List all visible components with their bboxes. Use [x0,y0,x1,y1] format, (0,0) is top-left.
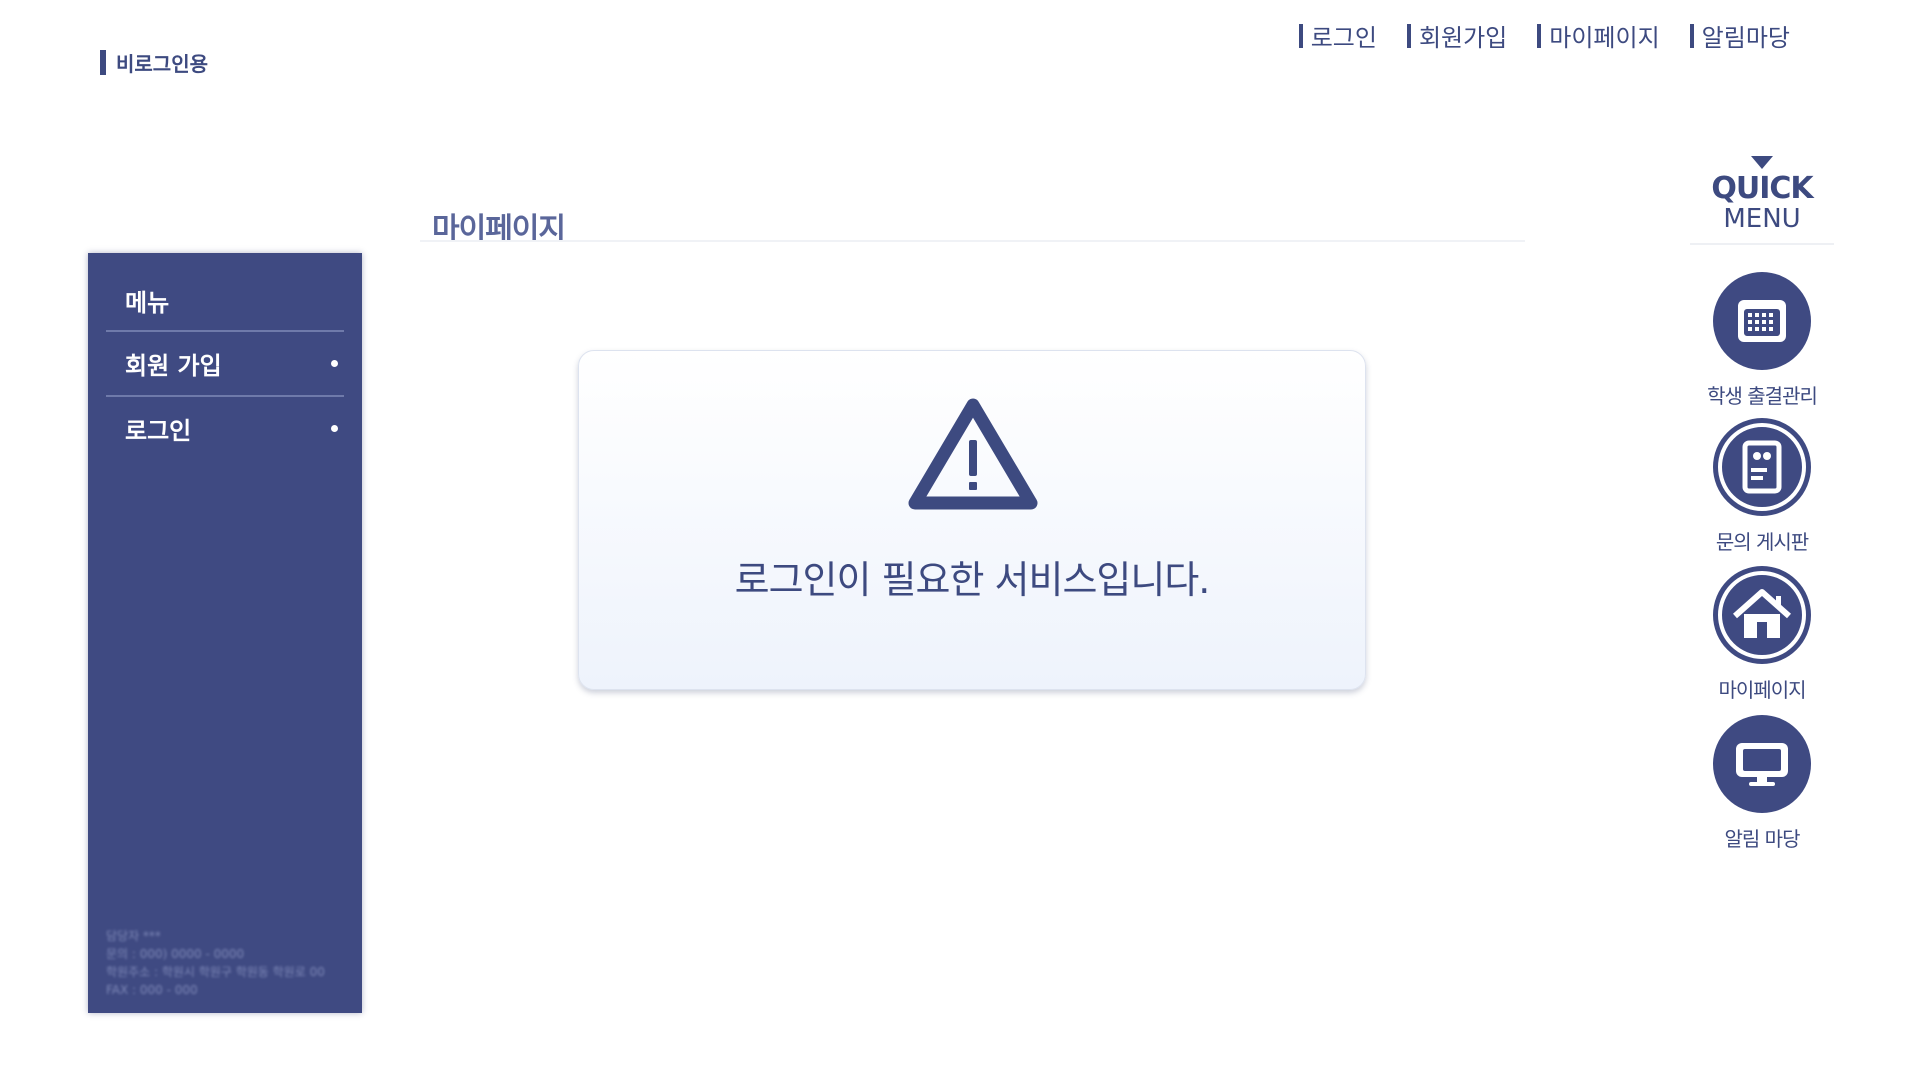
sidebar-item-signup[interactable]: 회원 가입 [88,332,362,395]
nav-separator [1298,23,1303,48]
caret-down-icon [1751,156,1773,169]
footer-manager: 담당자 *** [106,929,161,943]
nav-notice-label: 알림마당 [1701,24,1790,52]
monitor-icon [1713,715,1811,813]
nav-separator [1537,23,1542,48]
brand-label: 비로그인용 [100,48,208,77]
login-required-alert: 로그인이 필요한 서비스입니다. [578,350,1366,690]
home-icon [1713,566,1811,664]
warning-icon [907,395,1039,519]
quick-item-mypage[interactable]: 마이페이지 [1682,566,1842,703]
calendar-icon [1713,272,1811,370]
sidebar-title: 메뉴 [125,289,170,317]
nav-login-link[interactable]: 로그인 [1298,18,1377,53]
top-nav: 로그인 회원가입 마이페이지 알림마당 [1269,18,1790,53]
brand-bar [100,50,106,75]
footer-address: 학원주소 : 학원시 학원구 학원동 학원로 00 [106,965,325,979]
bullet-icon [331,425,338,432]
quick-item-notice[interactable]: 알림 마당 [1682,715,1842,852]
brand-text: 비로그인용 [116,52,208,76]
document-quote-icon [1713,418,1811,516]
sidebar-item-label: 로그인 [125,417,192,445]
quick-subtitle: MENU [1723,204,1801,234]
quick-item-label: 학생 출결관리 [1707,384,1818,408]
nav-mypage-label: 마이페이지 [1549,24,1660,52]
nav-separator [1689,23,1694,48]
nav-login-label: 로그인 [1310,24,1377,52]
quick-item-attendance[interactable]: 학생 출결관리 [1682,272,1842,409]
title-divider [420,240,1525,242]
quick-item-label: 문의 게시판 [1715,530,1809,554]
nav-mypage-link[interactable]: 마이페이지 [1537,18,1660,53]
bullet-icon [331,360,338,367]
quick-item-label: 마이페이지 [1718,678,1807,702]
sidebar-footer-info: 담당자 *** 문의 : 000) 0000 - 0000 학원주소 : 학원시… [106,927,325,999]
alert-message: 로그인이 필요한 서비스입니다. [734,558,1211,602]
quick-title: QUICK [1711,171,1813,206]
nav-signup-link[interactable]: 회원가입 [1406,18,1508,53]
nav-signup-label: 회원가입 [1418,24,1508,52]
sidebar-item-login[interactable]: 로그인 [88,397,362,460]
quick-item-label: 알림 마당 [1724,827,1801,851]
nav-separator [1406,23,1411,48]
footer-contact: 문의 : 000) 0000 - 0000 [106,947,245,961]
sidebar-item-label: 회원 가입 [125,352,222,380]
footer-fax: FAX : 000 - 000 [106,983,198,997]
sidebar: 메뉴 회원 가입 로그인 담당자 *** 문의 : 000) 0000 - 00… [88,253,362,1013]
quick-item-inquiry-board[interactable]: 문의 게시판 [1682,418,1842,555]
quick-menu-header: QUICK MENU [1690,156,1834,245]
quick-divider [1690,243,1834,245]
nav-notice-link[interactable]: 알림마당 [1689,18,1790,53]
